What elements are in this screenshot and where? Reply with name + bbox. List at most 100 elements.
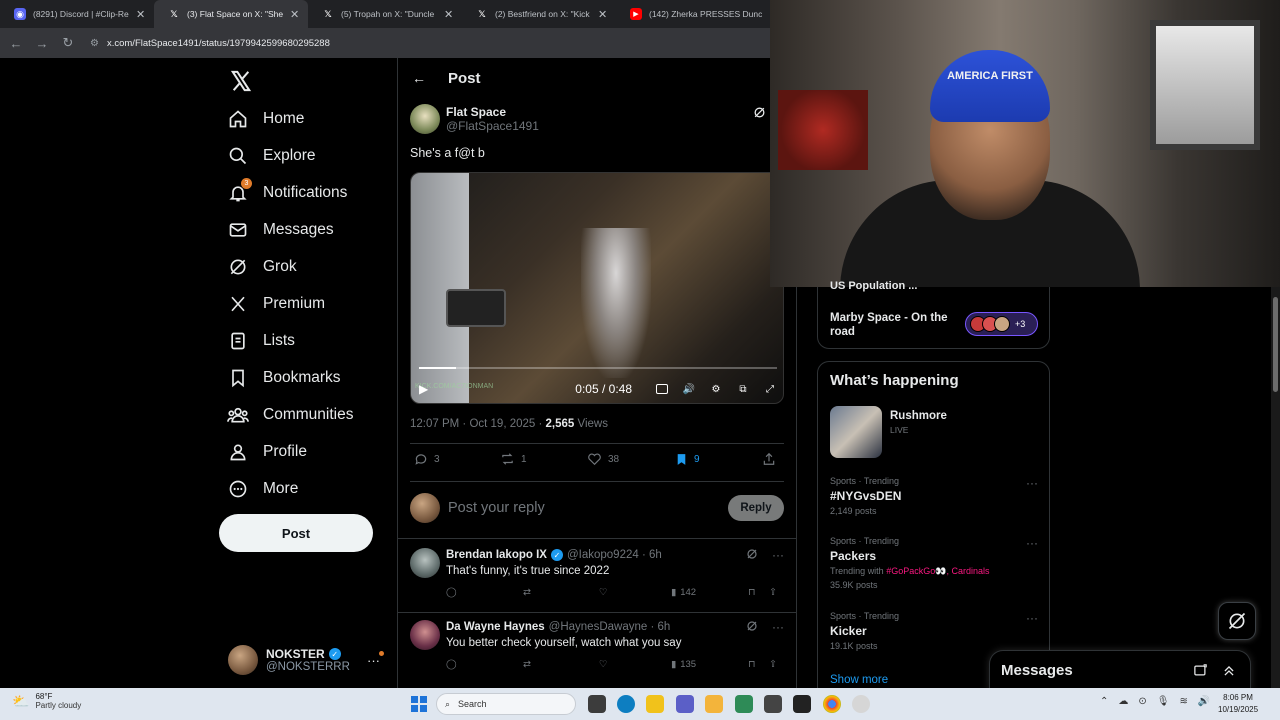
more-dots-icon[interactable]: ··· (772, 620, 784, 634)
account-switcher[interactable]: NOKSTER ✓ @NOKSTERRR ··· (228, 638, 398, 682)
url-field[interactable]: ⚙ x.com/FlatSpace1491/status/19799425996… (90, 38, 330, 49)
taskbar-search[interactable]: ⌕ Search (436, 693, 576, 715)
space-title[interactable]: Marby Space - On the road (830, 311, 955, 339)
show-more-link[interactable]: Show more (830, 674, 888, 686)
trend-item[interactable]: Sports · Trending #NYGvsDEN 2,149 posts … (830, 476, 1040, 516)
share-icon[interactable]: ⇪ (769, 659, 777, 670)
reply-handle[interactable]: @Iakopo9224 · 6h (567, 549, 662, 561)
trend-with-extra[interactable]: , Cardinals (946, 566, 989, 576)
network-icon[interactable]: ☁ (1118, 696, 1128, 707)
volume-icon[interactable]: 🔊 (682, 382, 696, 396)
trend-item[interactable]: Sports · Trending Packers Trending with … (830, 536, 1040, 590)
repost-action[interactable]: 1 (500, 452, 527, 466)
reply-author-name[interactable]: Brendan Iakopo IX (446, 549, 547, 561)
windows-start-icon[interactable] (411, 696, 427, 712)
nav-more[interactable]: More (227, 478, 298, 500)
copilot-icon[interactable] (646, 695, 664, 713)
collapse-chevron-icon[interactable] (1222, 664, 1236, 678)
grok-float-button[interactable] (1218, 602, 1256, 640)
reply-icon[interactable]: ◯ (446, 659, 457, 670)
tab-close-icon[interactable]: ✕ (598, 8, 608, 21)
reply-button[interactable]: Reply (728, 495, 784, 521)
video-player[interactable]: KICK.COM/AC7IONMAN ▶ 0:05 / 0:48 🔊 ⚙ ⧉ ⤢ (410, 172, 784, 404)
reload-icon[interactable]: ↻ (60, 35, 76, 51)
nav-home[interactable]: Home (227, 108, 304, 130)
nav-bookmarks[interactable]: Bookmarks (227, 367, 341, 389)
post-author[interactable]: Flat Space @FlatSpace1491 (410, 104, 539, 134)
space-listeners[interactable]: +3 (965, 312, 1038, 336)
settings-gear-icon[interactable]: ⚙ (709, 382, 723, 396)
reply-handle[interactable]: @HaynesDawayne · 6h (549, 621, 671, 633)
messages-drawer[interactable]: Messages (989, 650, 1251, 690)
chevron-up-icon[interactable]: ⌃ (1100, 696, 1108, 707)
more-dots-icon[interactable]: ··· (1026, 611, 1038, 625)
forward-arrow-icon[interactable]: → (34, 36, 50, 51)
reply-action[interactable]: 3 (414, 452, 440, 466)
share-action[interactable] (762, 452, 776, 466)
new-message-icon[interactable] (1193, 663, 1208, 678)
post-timestamp[interactable]: 12:07 PM · Oct 19, 2025 · (410, 418, 546, 430)
tab-close-icon[interactable]: ✕ (444, 8, 454, 21)
like-action[interactable]: 38 (587, 452, 619, 466)
bookmark-action[interactable]: 9 (675, 452, 700, 467)
reply-item[interactable]: Da Wayne Haynes @HaynesDawayne · 6h ··· Y… (410, 620, 788, 684)
grok-icon[interactable] (746, 620, 758, 632)
reply-avatar[interactable] (410, 548, 440, 578)
heart-icon[interactable]: ♡ (599, 587, 608, 598)
chrome-icon[interactable] (823, 695, 841, 713)
x-logo-icon[interactable] (230, 70, 252, 92)
grok-explain-icon[interactable] (753, 106, 766, 119)
reply-item[interactable]: Brendan Iakopo IX ✓ @Iakopo9224 · 6h ··· T… (410, 548, 788, 612)
author-avatar[interactable] (410, 104, 440, 134)
trend-with-tag[interactable]: #GoPackGo (886, 566, 935, 576)
share-icon[interactable]: ⇪ (769, 587, 777, 598)
nav-communities[interactable]: Communities (227, 404, 353, 426)
system-clock[interactable]: 8:06 PM 10/19/2025 (1218, 692, 1258, 716)
tab-close-icon[interactable]: ✕ (290, 8, 300, 21)
video-progress-bar[interactable] (419, 367, 777, 369)
heart-icon[interactable]: ♡ (599, 659, 608, 670)
more-dots-icon[interactable]: ··· (1026, 536, 1038, 550)
reply-icon[interactable]: ◯ (446, 587, 457, 598)
nav-grok[interactable]: Grok (227, 256, 297, 278)
repost-icon[interactable]: ⇄ (523, 659, 531, 670)
author-name[interactable]: Flat Space (446, 105, 539, 119)
repost-icon[interactable]: ⇄ (523, 587, 531, 598)
nav-notifications[interactable]: 3 Notifications (227, 178, 347, 204)
page-scrollbar[interactable] (1271, 287, 1280, 688)
browser-tab-youtube[interactable]: ▶ (142) Zherka PRESSES Duncle (616, 0, 770, 28)
speaker-icon[interactable]: 🔊 (1198, 696, 1210, 707)
more-dots-icon[interactable]: ··· (1026, 476, 1038, 490)
reply-input[interactable]: Post your reply (448, 500, 720, 516)
nav-premium[interactable]: Premium (227, 293, 325, 315)
trend-item[interactable]: Sports · Trending Kicker 19.1K posts ··· (830, 611, 1040, 651)
bookmark-icon[interactable]: ⊓ (748, 659, 755, 670)
browser-tab-bestfriend[interactable]: 𝕏 (2) Bestfriend on X: "Kick Streamer ✕ (462, 0, 616, 28)
live-event[interactable]: Rushmore LIVE (830, 406, 947, 458)
nav-lists[interactable]: Lists (227, 330, 295, 352)
captions-icon[interactable] (655, 382, 669, 396)
weather-widget[interactable]: ⛅ 68°F Partly cloudy (12, 692, 81, 710)
more-dots-icon[interactable]: ··· (772, 548, 784, 562)
browser-tab-flat-space[interactable]: 𝕏 (3) Flat Space on X: "She's a f@t b" ✕ (154, 0, 308, 28)
edge-icon[interactable] (617, 695, 635, 713)
back-arrow-icon[interactable]: ← (412, 70, 426, 86)
wifi-icon[interactable]: ≋ (1179, 696, 1187, 707)
author-handle[interactable]: @FlatSpace1491 (446, 119, 539, 133)
tab-close-icon[interactable]: ✕ (136, 8, 146, 21)
file-explorer-icon[interactable] (705, 695, 723, 713)
fullscreen-icon[interactable]: ⤢ (763, 382, 777, 396)
site-settings-icon[interactable]: ⚙ (90, 38, 99, 49)
app-tray-icon[interactable]: ⊙ (1138, 696, 1146, 707)
play-icon[interactable]: ▶ (419, 382, 428, 396)
post-button[interactable]: Post (219, 514, 373, 552)
nav-profile[interactable]: Profile (227, 441, 307, 463)
browser-tab-tropah[interactable]: 𝕏 (5) Tropah on X: "Duncle reached ✕ (308, 0, 462, 28)
reply-avatar[interactable] (410, 620, 440, 650)
scrollbar-thumb[interactable] (1273, 297, 1278, 392)
space-title-prev[interactable]: US Population ... (830, 280, 917, 292)
microphone-icon[interactable]: 🎙 (1157, 696, 1170, 707)
grok-icon[interactable] (746, 548, 758, 560)
reply-author-name[interactable]: Da Wayne Haynes (446, 621, 545, 633)
views-action[interactable]: ▮ 135 (671, 659, 696, 670)
